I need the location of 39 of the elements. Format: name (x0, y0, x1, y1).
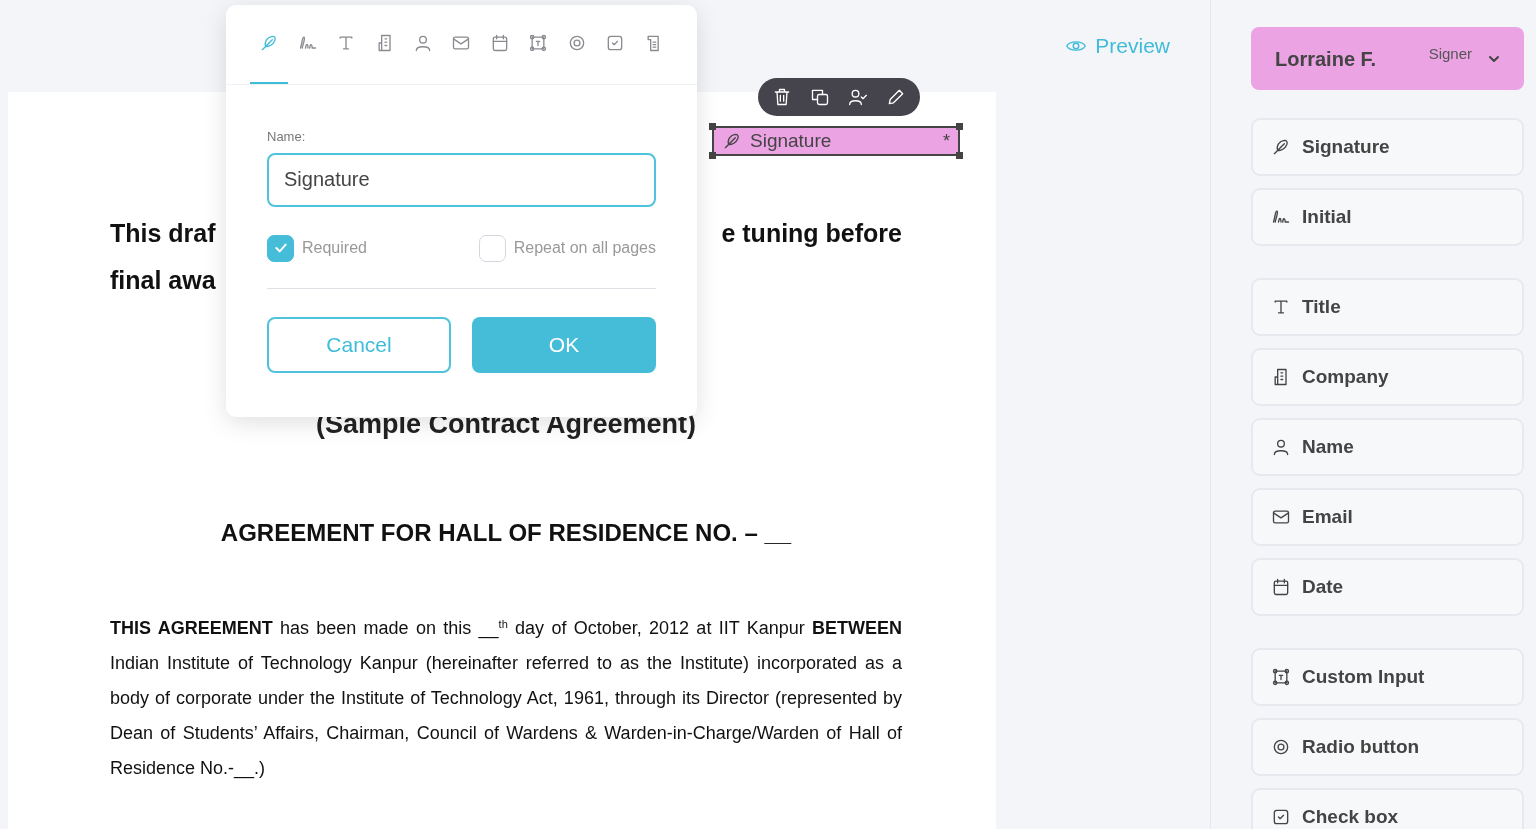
resize-handle[interactable] (956, 123, 963, 130)
text-frame-icon (528, 33, 549, 53)
field-type-item[interactable]: Check box (1251, 788, 1524, 829)
signer-role: Signer (1428, 44, 1472, 65)
heading-text: final awa (110, 265, 216, 296)
checkbox[interactable] (478, 234, 506, 262)
option-label: Repeat on all pages (513, 238, 656, 258)
checkbox-icon (1271, 807, 1291, 827)
field-label: Signature (750, 128, 832, 153)
calendar-icon (1271, 577, 1291, 597)
field-type-item[interactable]: Company (1251, 348, 1524, 406)
person-icon (1271, 437, 1291, 457)
required-mark: * (943, 129, 950, 153)
field-type-item[interactable]: Radio button (1251, 718, 1524, 776)
option-label: Required (302, 238, 367, 258)
resize-handle[interactable] (709, 123, 716, 130)
radio-icon (1271, 737, 1291, 757)
field-type-item[interactable]: Name (1251, 418, 1524, 476)
resize-handle[interactable] (709, 152, 716, 159)
signer-name: Lorraine F. (1275, 46, 1377, 72)
field-type-item[interactable]: Custom Input (1251, 648, 1524, 706)
document-title: AGREEMENT FOR HALL OF RESIDENCE NO. – __ (219, 517, 793, 548)
feather-icon (1271, 137, 1291, 157)
signature-field[interactable]: Signature * (712, 126, 960, 156)
agreement-paragraph: THIS AGREEMENT has been made on this __$^{th}$ day of October, 2012 at IIT Kanpur BETWEEN Indian Institute of Technology Kanpur (hereinafter referred to as the Institute) incorporated as a body of corporate under the Institute of Technology Act, 1961, through its Director (represented by Dean of Students’ Affairs, Chairman, Council of Wardens & Warden-in-Charge/Warden of Hall of Residence No.-__.) (110, 616, 902, 781)
field-type-item[interactable]: Date (1251, 558, 1524, 616)
field-type-item[interactable]: Signature (1251, 118, 1524, 176)
resize-handle[interactable] (956, 152, 963, 159)
feather-icon (722, 131, 742, 151)
signer-selector[interactable]: Lorraine F. Signer (1251, 27, 1524, 90)
field-type-item[interactable]: Initial (1251, 188, 1524, 246)
name-label: Name: (267, 128, 307, 146)
checkbox[interactable] (267, 234, 294, 262)
heading-text: e tuning before (721, 218, 902, 249)
field-type-item[interactable]: Email (1251, 488, 1524, 546)
heading-text: This draf (110, 218, 216, 249)
field-type-item[interactable]: Title (1251, 278, 1524, 336)
text-frame-icon (1271, 667, 1291, 687)
name-input[interactable]: Signature (267, 152, 656, 207)
